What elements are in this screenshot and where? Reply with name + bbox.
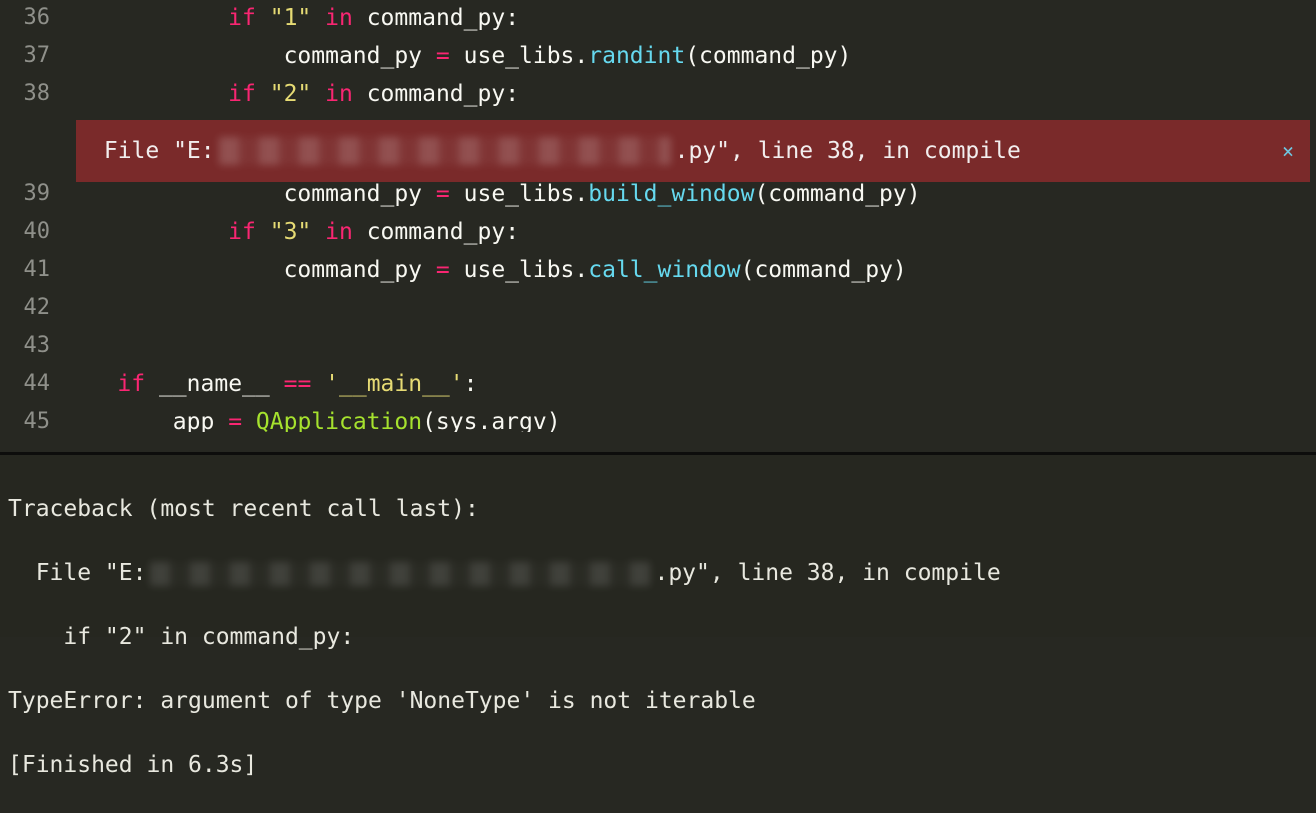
redacted-path xyxy=(150,562,650,586)
code-line[interactable]: command_py = use_libs.randint(command_py… xyxy=(62,38,1316,76)
code-line[interactable]: if "1" in command_py: xyxy=(62,0,1316,38)
code-line[interactable]: app = QApplication(sys.argv) xyxy=(62,404,1316,432)
console-line: TypeError: argument of type 'NoneType' i… xyxy=(8,685,1308,717)
console-line: if "2" in command_py: xyxy=(8,621,1308,653)
editor-pane[interactable]: 36 37 38 39 40 41 42 43 44 45 if "1" in … xyxy=(0,0,1316,452)
line-number: 40 xyxy=(0,214,50,252)
redacted-path xyxy=(219,137,671,165)
line-number: 36 xyxy=(0,0,50,38)
line-number: 44 xyxy=(0,366,50,404)
error-text-prefix: File "E: xyxy=(90,140,215,163)
line-number: 43 xyxy=(0,328,50,366)
build-output-panel[interactable]: Traceback (most recent call last): File … xyxy=(0,452,1316,637)
error-text-suffix: .py", line 38, in compile xyxy=(675,140,1021,163)
code-line[interactable] xyxy=(62,328,1316,366)
line-number: 39 xyxy=(0,176,50,214)
line-number: 37 xyxy=(0,38,50,76)
console-line: File "E:.py", line 38, in compile xyxy=(8,557,1308,589)
line-number: 45 xyxy=(0,404,50,432)
close-icon[interactable]: × xyxy=(1282,141,1294,161)
inline-error-annotation[interactable]: File "E: .py", line 38, in compile × xyxy=(76,120,1310,182)
gutter: 36 37 38 39 40 41 42 43 44 45 xyxy=(0,0,62,452)
console-line: Traceback (most recent call last): xyxy=(8,493,1308,525)
code-area[interactable]: if "1" in command_py: command_py = use_l… xyxy=(62,0,1316,432)
line-number: 38 xyxy=(0,76,50,114)
code-line[interactable] xyxy=(62,290,1316,328)
code-line[interactable]: if __name__ == '__main__': xyxy=(62,366,1316,404)
code-line[interactable]: if "3" in command_py: xyxy=(62,214,1316,252)
line-number: 42 xyxy=(0,290,50,328)
code-line[interactable]: if "2" in command_py: xyxy=(62,76,1316,114)
console-line: [Finished in 6.3s] xyxy=(8,749,1308,781)
line-number: 41 xyxy=(0,252,50,290)
code-line[interactable]: command_py = use_libs.call_window(comman… xyxy=(62,252,1316,290)
